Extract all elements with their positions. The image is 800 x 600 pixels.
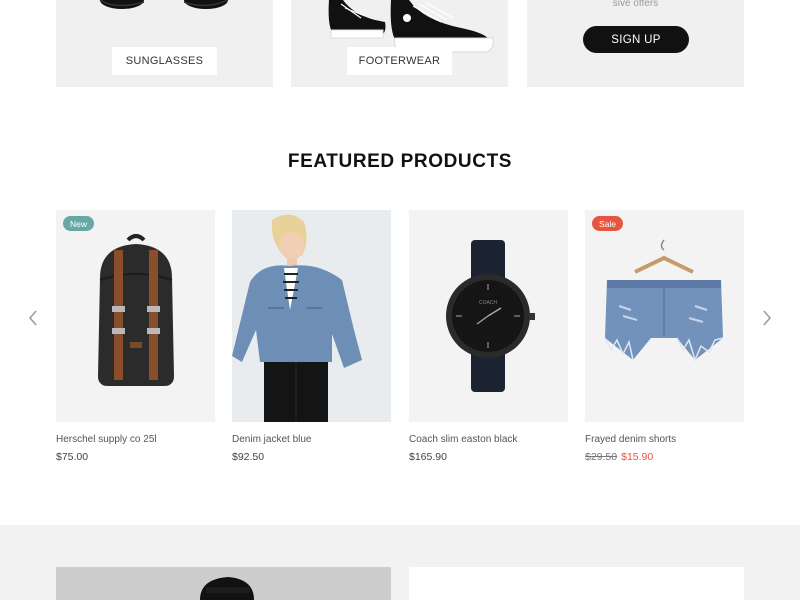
sunglasses-button[interactable]: SUNGLASSES bbox=[112, 47, 217, 75]
featured-products-title: FEATURED PRODUCTS bbox=[287, 151, 513, 172]
promo-panel bbox=[409, 567, 744, 600]
product-name[interactable]: Coach slim easton black bbox=[409, 434, 568, 445]
signup-button[interactable]: SIGN UP bbox=[583, 26, 689, 53]
product-card[interactable]: Denim jacket blue $92.50 bbox=[232, 210, 391, 463]
product-price: $75.00 bbox=[56, 451, 89, 463]
product-thumb[interactable] bbox=[232, 210, 391, 422]
chevron-left-icon bbox=[29, 310, 37, 326]
footwear-banner[interactable]: FOOTERWEAR bbox=[291, 0, 508, 87]
old-price: $29.50 bbox=[585, 451, 618, 463]
new-badge: New bbox=[63, 216, 95, 231]
svg-text:COACH: COACH bbox=[479, 300, 497, 306]
product-card[interactable]: COACH Coach slim easton black $165.90 bbox=[409, 210, 568, 463]
carousel-next-button[interactable] bbox=[759, 309, 775, 327]
sale-badge: Sale bbox=[592, 216, 624, 231]
signup-banner: sive offers SIGN UP bbox=[527, 0, 744, 87]
product-thumb[interactable]: New bbox=[56, 210, 215, 422]
model-image bbox=[56, 567, 391, 600]
lookbook-banner[interactable] bbox=[56, 567, 391, 600]
product-thumb[interactable]: COACH bbox=[409, 210, 568, 422]
product-card[interactable]: New Herschel supply co 25l $75.00 bbox=[56, 210, 215, 463]
offer-text: sive offers bbox=[612, 0, 659, 9]
product-name[interactable]: Herschel supply co 25l bbox=[56, 434, 215, 445]
footwear-button[interactable]: FOOTERWEAR bbox=[347, 47, 452, 75]
product-price: $92.50 bbox=[232, 451, 265, 463]
backpack-image bbox=[56, 210, 215, 422]
denim-jacket-image bbox=[232, 210, 391, 422]
product-thumb[interactable]: Sale bbox=[585, 210, 744, 422]
chevron-right-icon bbox=[763, 310, 771, 326]
product-price: $29.50 $15.90 bbox=[585, 451, 744, 463]
product-name[interactable]: Frayed denim shorts bbox=[585, 434, 744, 445]
sunglasses-banner[interactable]: SUNGLASSES bbox=[56, 0, 273, 87]
carousel-prev-button[interactable] bbox=[25, 309, 41, 327]
denim-shorts-image bbox=[585, 210, 744, 422]
watch-image: COACH bbox=[409, 210, 568, 422]
product-price: $165.90 bbox=[409, 451, 447, 463]
product-name[interactable]: Denim jacket blue bbox=[232, 434, 391, 445]
sale-price: $15.90 bbox=[621, 451, 654, 463]
product-card[interactable]: Sale Frayed denim shorts $29.50 $15.90 bbox=[585, 210, 744, 463]
